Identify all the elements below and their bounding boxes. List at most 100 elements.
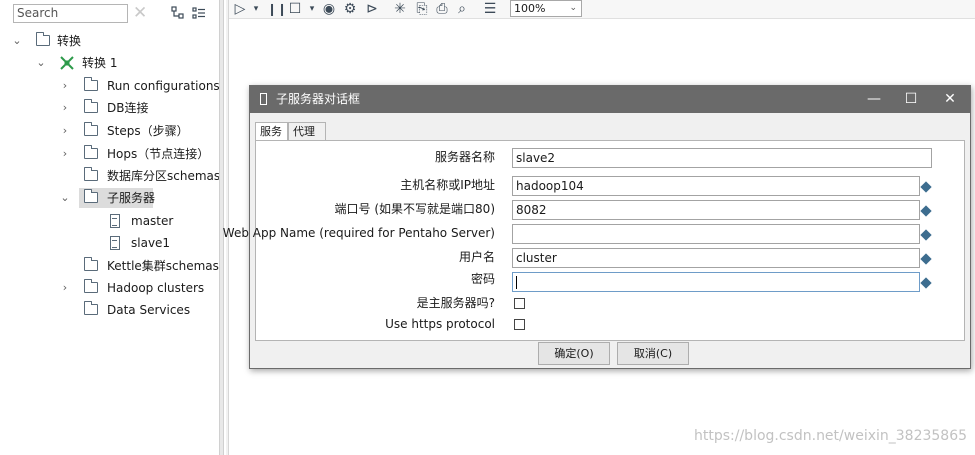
- tree-transformation-label: 转换 1: [82, 56, 118, 70]
- maximize-icon[interactable]: ☐: [893, 86, 929, 113]
- folder-icon: [84, 77, 98, 91]
- tab-proxy[interactable]: 代理: [288, 122, 326, 140]
- tree-item-hadoop-clusters[interactable]: › Hadoop clusters: [60, 278, 216, 298]
- transformation-icon: [60, 56, 74, 70]
- tree-item-steps[interactable]: › Steps（步骤）: [60, 121, 216, 141]
- expand-tree-icon[interactable]: [171, 6, 185, 20]
- tree-item-hops[interactable]: › Hops（节点连接）: [60, 144, 216, 164]
- chevron-right-icon[interactable]: ›: [60, 76, 70, 96]
- chevron-right-icon[interactable]: ›: [60, 98, 70, 118]
- chevron-down-icon[interactable]: ⌄: [36, 53, 46, 73]
- folder-icon: [84, 301, 98, 315]
- replay-icon[interactable]: ⊳: [365, 1, 379, 17]
- verify-icon[interactable]: ✳: [393, 1, 407, 17]
- folder-icon: [84, 167, 98, 181]
- tree-item-label: master: [131, 214, 174, 228]
- left-panel: Search ✕ ⌄ 转换 ⌄ 转换 1 › Run configuration…: [0, 0, 220, 455]
- clear-search-icon[interactable]: ✕: [133, 3, 147, 23]
- chevron-down-icon: ⌄: [569, 3, 577, 13]
- show-results-icon[interactable]: ☰: [482, 1, 498, 17]
- tree-item-partition-schemas[interactable]: 数据库分区schemas: [60, 166, 220, 186]
- tree-item-label: slave1: [131, 236, 171, 250]
- slave-server-dialog: 子服务器对话框 — ☐ ✕ 服务 代理 服务器名称 slave2 主机名称或IP…: [223, 85, 971, 369]
- master-checkbox[interactable]: [514, 298, 525, 309]
- tree-item-label: Run configurations: [107, 79, 220, 93]
- debug-icon[interactable]: ⚙: [343, 1, 357, 17]
- chevron-right-icon[interactable]: ›: [60, 144, 70, 164]
- tree-item-run-configurations[interactable]: › Run configurations: [60, 76, 220, 96]
- tree-transformation[interactable]: ⌄ 转换 1: [36, 53, 216, 73]
- service-tab-panel: 服务器名称 slave2 主机名称或IP地址 hadoop104 端口号 (如果…: [223, 140, 965, 341]
- tree-item-label: DB连接: [107, 101, 149, 115]
- master-label: 是主服务器吗?: [416, 296, 495, 310]
- tree-item-label: Kettle集群schemas: [107, 259, 219, 273]
- tree-item-label: Data Services: [107, 303, 191, 317]
- variable-icon[interactable]: [920, 205, 932, 217]
- folder-icon: [84, 122, 98, 136]
- run-icon[interactable]: ▷: [233, 1, 247, 17]
- variable-icon[interactable]: [920, 229, 932, 241]
- dialog-titlebar[interactable]: 子服务器对话框 — ☐ ✕: [250, 86, 970, 113]
- dialog-app-icon: [260, 93, 267, 105]
- close-icon[interactable]: ✕: [932, 86, 968, 113]
- tab-service[interactable]: 服务: [255, 122, 288, 141]
- slave-server-icon: [110, 214, 120, 228]
- port-input[interactable]: 8082: [512, 200, 920, 220]
- password-input[interactable]: [512, 272, 920, 292]
- dialog-title: 子服务器对话框: [276, 92, 361, 106]
- tree-item-label: Steps（步骤）: [107, 124, 189, 138]
- chevron-down-icon[interactable]: ⌄: [60, 188, 70, 208]
- sql-icon[interactable]: ⎙: [435, 1, 449, 17]
- tree-item-label: Hops（节点连接）: [107, 147, 210, 161]
- folder-icon: [84, 257, 98, 271]
- tree-item-kettle-cluster-schemas[interactable]: Kettle集群schemas: [60, 256, 219, 276]
- tree-item-label: Hadoop clusters: [107, 281, 205, 295]
- username-input[interactable]: cluster: [512, 248, 920, 268]
- minimize-icon[interactable]: —: [856, 86, 892, 113]
- variable-icon[interactable]: [920, 181, 932, 193]
- pause-icon[interactable]: ❙❙: [267, 1, 287, 17]
- collapse-tree-icon[interactable]: [192, 6, 206, 20]
- webapp-input[interactable]: [512, 224, 920, 244]
- stop-dropdown-icon[interactable]: ▾: [307, 1, 317, 17]
- tree-root[interactable]: ⌄ 转换: [12, 31, 212, 51]
- host-input[interactable]: hadoop104: [512, 176, 920, 196]
- tree-item-slave-servers[interactable]: ⌄ 子服务器: [60, 188, 216, 208]
- zoom-value: 100%: [514, 2, 546, 15]
- username-label: 用户名: [458, 250, 495, 264]
- stop-icon[interactable]: ☐: [288, 1, 302, 17]
- tree-item-slave-master[interactable]: master: [108, 211, 208, 231]
- preview-eye-icon[interactable]: ◉: [321, 1, 337, 17]
- folder-icon: [84, 189, 98, 203]
- tree-item-db-connections[interactable]: › DB连接: [60, 98, 216, 118]
- explore-db-icon[interactable]: ⌕: [455, 1, 469, 17]
- variable-icon[interactable]: [920, 277, 932, 289]
- port-label: 端口号 (如果不写就是端口80): [334, 202, 495, 216]
- text-cursor: [516, 276, 517, 289]
- tree-item-label: 子服务器: [107, 191, 156, 205]
- tree-item-label: 数据库分区schemas: [107, 169, 221, 183]
- tree-item-slave-slave1[interactable]: slave1: [108, 233, 208, 253]
- cancel-button[interactable]: 取消(C): [617, 342, 689, 365]
- impact-icon[interactable]: ⎘: [415, 1, 429, 17]
- run-dropdown-icon[interactable]: ▾: [251, 1, 261, 17]
- search-input[interactable]: Search: [13, 4, 128, 23]
- folder-icon: [84, 145, 98, 159]
- https-checkbox[interactable]: [514, 319, 525, 330]
- zoom-select[interactable]: 100% ⌄: [510, 0, 582, 17]
- server-name-input[interactable]: slave2: [512, 148, 932, 168]
- tree-item-data-services[interactable]: Data Services: [60, 300, 216, 320]
- chevron-right-icon[interactable]: ›: [60, 278, 70, 298]
- canvas-toolbar: ▷ ▾ ❙❙ ☐ ▾ ◉ ⚙ ⊳ ✳ ⎘ ⎙ ⌕ ☰ 100% ⌄: [229, 0, 975, 19]
- folder-icon: [84, 99, 98, 113]
- server-name-label: 服务器名称: [434, 150, 495, 164]
- webapp-label: Web App Name (required for Pentaho Serve…: [222, 226, 495, 240]
- variable-icon[interactable]: [920, 253, 932, 265]
- slave-server-icon: [110, 236, 120, 250]
- password-label: 密码: [470, 272, 495, 286]
- chevron-down-icon[interactable]: ⌄: [12, 31, 22, 51]
- chevron-right-icon[interactable]: ›: [60, 121, 70, 141]
- tree-root-label: 转换: [57, 34, 82, 48]
- watermark-text: https://blog.csdn.net/weixin_38235865: [694, 428, 968, 444]
- ok-button[interactable]: 确定(O): [538, 342, 610, 365]
